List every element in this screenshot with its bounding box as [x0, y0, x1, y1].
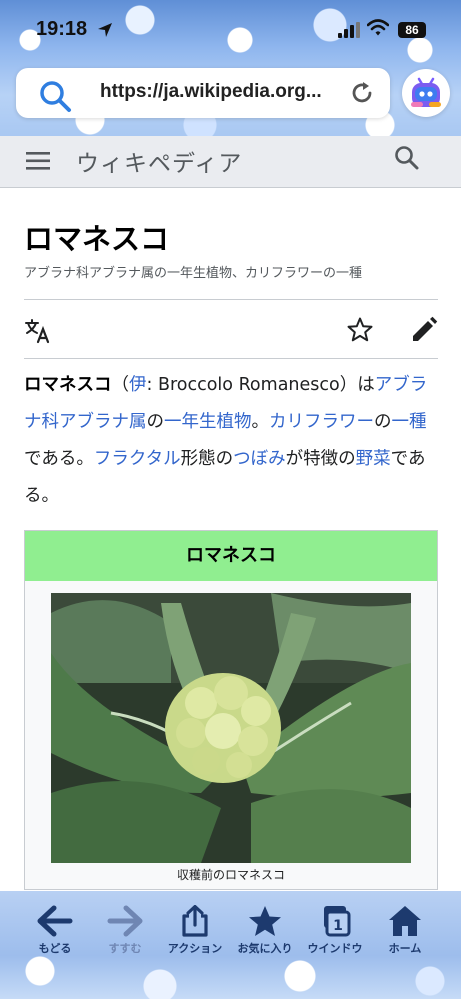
robot-face-icon — [411, 77, 441, 107]
wifi-icon — [367, 19, 389, 36]
url-text[interactable]: https://ja.wikipedia.org... — [100, 81, 322, 103]
language-translate-icon[interactable] — [24, 317, 52, 345]
page-subtitle: アブラナ科アブラナ属の一年生植物、カリフラワーの一種 — [24, 266, 363, 281]
lead-paragraph: ロマネスコ（伊: Broccolo Romanesco）はアブラナ科アブラナ属の… — [24, 367, 438, 515]
windows-tabs-icon: 1 — [324, 906, 351, 937]
lead-term: ロマネスコ — [24, 375, 112, 395]
link-vegetable[interactable]: 野菜 — [356, 449, 391, 469]
home-icon — [389, 906, 421, 936]
ai-assistant-button[interactable] — [402, 69, 450, 117]
hamburger-menu-icon[interactable] — [25, 148, 51, 174]
lead-text: の — [146, 412, 165, 432]
reload-icon[interactable] — [349, 80, 375, 106]
windows-label: ウインドウ — [307, 942, 363, 955]
back-label: もどる — [38, 942, 72, 955]
lead-text: : Broccolo Romanesco）は — [146, 375, 375, 395]
search-icon — [40, 81, 71, 112]
action-label: アクション — [167, 942, 223, 955]
browser-toolbar: もどる すすむ アクション お気に入り 1 ウインドウ ホーム — [0, 891, 461, 999]
wikipedia-logo[interactable]: ウィキペディア — [76, 144, 242, 178]
windows-count: 1 — [333, 918, 343, 934]
infobox: ロマネスコ 収穫前のロマネスコ — [24, 530, 438, 890]
windows-button[interactable]: 1 ウインドウ — [297, 905, 373, 967]
lead-text: の — [374, 412, 392, 432]
back-button[interactable]: もどる — [17, 905, 93, 967]
link-annual-plant[interactable]: 一年生植物 — [164, 412, 252, 432]
forward-arrow-icon — [107, 905, 143, 937]
infobox-title: ロマネスコ — [25, 531, 437, 581]
favorites-label: お気に入り — [237, 942, 293, 955]
infobox-caption: 収穫前のロマネスコ — [176, 868, 285, 882]
link-italian[interactable]: 伊 — [129, 375, 147, 395]
home-label: ホーム — [388, 942, 422, 955]
page-title: ロマネスコ — [24, 222, 170, 256]
link-fractal[interactable]: フラクタル — [94, 449, 181, 469]
favorites-star-icon — [249, 906, 281, 936]
lead-text: （ — [111, 375, 130, 395]
wikipedia-header: ウィキペディア — [0, 136, 461, 188]
lead-text: である。 — [24, 449, 94, 469]
lead-text: が特徴の — [285, 449, 356, 469]
favorites-button[interactable]: お気に入り — [227, 905, 303, 967]
divider — [24, 299, 438, 300]
location-arrow-icon — [98, 23, 112, 37]
status-bar: 19:18 86 — [0, 0, 461, 60]
action-button[interactable]: アクション — [157, 905, 233, 967]
link-cauliflower[interactable]: カリフラワー — [269, 412, 374, 432]
cellular-signal-icon — [338, 22, 360, 38]
forward-button[interactable]: すすむ — [87, 905, 163, 967]
share-icon — [182, 905, 208, 937]
address-bar[interactable]: https://ja.wikipedia.org... — [16, 68, 390, 118]
link-kind[interactable]: 一種 — [392, 412, 427, 432]
edit-pencil-icon[interactable] — [410, 316, 438, 344]
wiki-search-icon[interactable] — [393, 144, 421, 172]
forward-label: すすむ — [108, 942, 142, 955]
divider — [24, 358, 438, 359]
lead-text: 形態の — [180, 449, 234, 469]
watch-star-icon[interactable] — [346, 316, 374, 344]
romanesco-photo[interactable] — [51, 593, 411, 863]
link-bud[interactable]: つぼみ — [233, 449, 286, 469]
status-time: 19:18 — [36, 18, 88, 40]
lead-text: 。 — [251, 412, 270, 432]
back-arrow-icon — [37, 905, 73, 937]
home-button[interactable]: ホーム — [367, 905, 443, 967]
battery-indicator: 86 — [398, 22, 426, 38]
